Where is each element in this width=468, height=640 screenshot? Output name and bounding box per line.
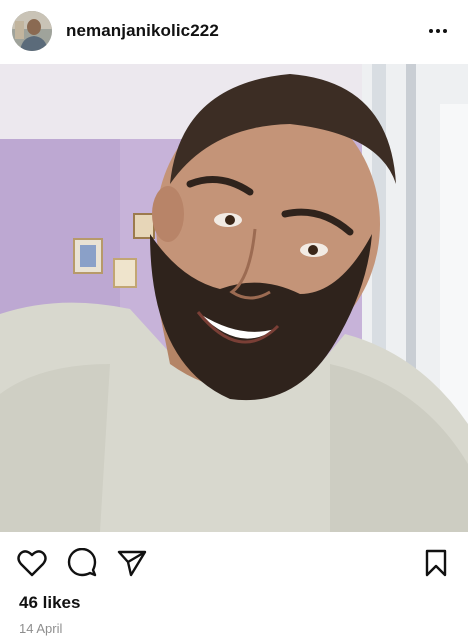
post: nemanjanikolic222 46 likes 14 April bbox=[0, 0, 468, 640]
post-date: 14 April bbox=[19, 621, 63, 636]
send-icon[interactable] bbox=[116, 547, 148, 579]
more-horizontal-icon[interactable] bbox=[426, 19, 450, 43]
post-photo[interactable] bbox=[0, 64, 468, 532]
bookmark-icon[interactable] bbox=[420, 547, 452, 579]
action-bar bbox=[0, 532, 468, 592]
likes-count[interactable]: 46 likes bbox=[19, 593, 80, 613]
avatar[interactable] bbox=[12, 11, 52, 51]
comment-icon[interactable] bbox=[66, 547, 98, 579]
selfie-image bbox=[0, 64, 468, 532]
heart-icon[interactable] bbox=[16, 547, 48, 579]
avatar-image bbox=[12, 11, 52, 51]
post-header: nemanjanikolic222 bbox=[0, 0, 468, 64]
username[interactable]: nemanjanikolic222 bbox=[66, 21, 219, 41]
